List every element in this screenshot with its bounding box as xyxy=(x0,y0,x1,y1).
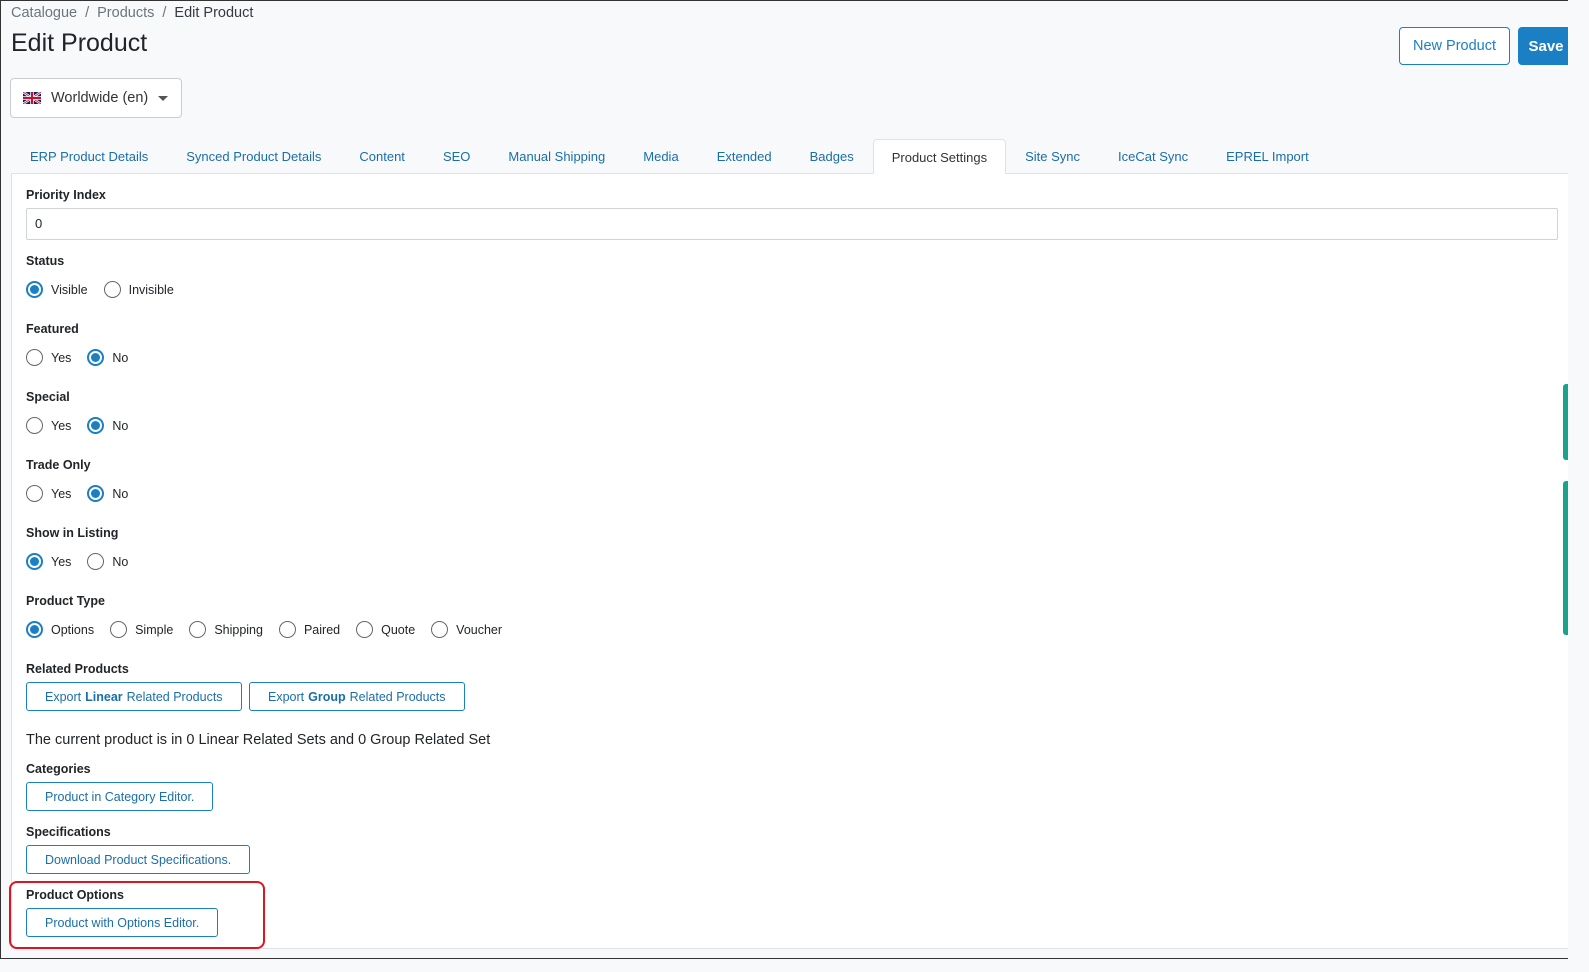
download-specifications-button[interactable]: Download Product Specifications. xyxy=(26,845,251,874)
trade-only-no-radio[interactable]: No xyxy=(87,485,128,502)
export-linear-related-button[interactable]: Export Linear Related Products xyxy=(26,682,242,711)
product-type-paired-radio[interactable]: Paired xyxy=(278,621,340,638)
tab-icecat-sync[interactable]: IceCat Sync xyxy=(1099,139,1207,173)
trade-only-radio-group: Yes No xyxy=(26,485,144,502)
categories-label: Categories xyxy=(26,762,91,776)
tab-erp-product-details[interactable]: ERP Product Details xyxy=(11,139,167,173)
featured-label: Featured xyxy=(26,322,79,336)
status-visible-radio[interactable]: Visible xyxy=(26,281,88,298)
tab-badges[interactable]: Badges xyxy=(791,139,873,173)
scroll-accent xyxy=(1563,481,1568,635)
breadcrumb-products[interactable]: Products xyxy=(97,5,154,21)
locale-label: Worldwide (en) xyxy=(51,90,149,106)
tab-media[interactable]: Media xyxy=(624,139,697,173)
product-type-voucher-radio[interactable]: Voucher xyxy=(431,621,502,638)
uk-flag-icon xyxy=(23,92,41,104)
show-in-listing-radio-group: Yes No xyxy=(26,553,144,570)
priority-index-input[interactable]: 0 xyxy=(26,208,1558,240)
status-label: Status xyxy=(26,254,65,268)
product-type-simple-radio[interactable]: Simple xyxy=(110,621,173,638)
related-products-label: Related Products xyxy=(26,662,129,676)
product-type-label: Product Type xyxy=(26,594,105,608)
breadcrumb-separator: / xyxy=(162,5,167,21)
status-invisible-radio[interactable]: Invisible xyxy=(103,281,174,298)
tab-manual-shipping[interactable]: Manual Shipping xyxy=(489,139,624,173)
special-no-radio[interactable]: No xyxy=(87,417,128,434)
breadcrumb-current: Edit Product xyxy=(174,5,254,21)
product-type-quote-radio[interactable]: Quote xyxy=(356,621,415,638)
special-yes-radio[interactable]: Yes xyxy=(26,417,71,434)
save-button[interactable]: Save xyxy=(1518,27,1568,65)
breadcrumb-catalogue[interactable]: Catalogue xyxy=(11,5,77,21)
priority-index-label: Priority Index xyxy=(26,188,106,202)
product-type-options-radio[interactable]: Options xyxy=(26,621,94,638)
trade-only-yes-radio[interactable]: Yes xyxy=(26,485,71,502)
tab-product-settings[interactable]: Product Settings xyxy=(872,139,1007,174)
featured-yes-radio[interactable]: Yes xyxy=(26,349,71,366)
scroll-accent xyxy=(1563,384,1568,460)
product-settings-panel: Priority Index 0 Status Visible Invisibl… xyxy=(11,174,1568,949)
breadcrumb-separator: / xyxy=(85,5,90,21)
tab-seo[interactable]: SEO xyxy=(424,139,489,173)
show-in-listing-yes-radio[interactable]: Yes xyxy=(26,553,71,570)
export-group-related-button[interactable]: Export Group Related Products xyxy=(249,682,465,711)
special-label: Special xyxy=(26,390,70,404)
page-title: Edit Product xyxy=(11,29,148,57)
category-editor-button[interactable]: Product in Category Editor. xyxy=(26,782,214,811)
breadcrumb: Catalogue / Products / Edit Product xyxy=(11,5,253,21)
tab-site-sync[interactable]: Site Sync xyxy=(1006,139,1099,173)
featured-no-radio[interactable]: No xyxy=(87,349,128,366)
app-window: Catalogue / Products / Edit Product Edit… xyxy=(0,0,1568,959)
tab-bar: ERP Product Details Synced Product Detai… xyxy=(11,139,1568,174)
tab-content[interactable]: Content xyxy=(340,139,424,173)
trade-only-label: Trade Only xyxy=(26,458,91,472)
tab-eprel-import[interactable]: EPREL Import xyxy=(1207,139,1328,173)
tab-extended[interactable]: Extended xyxy=(698,139,791,173)
related-sets-summary: The current product is in 0 Linear Relat… xyxy=(26,732,491,748)
special-radio-group: Yes No xyxy=(26,417,144,434)
show-in-listing-no-radio[interactable]: No xyxy=(87,553,128,570)
specifications-label: Specifications xyxy=(26,825,111,839)
product-type-radio-group: Options Simple Shipping Paired Quote Vou… xyxy=(26,621,518,638)
status-radio-group: Visible Invisible xyxy=(26,281,190,298)
tab-synced-product-details[interactable]: Synced Product Details xyxy=(167,139,340,173)
featured-radio-group: Yes No xyxy=(26,349,144,366)
caret-down-icon xyxy=(158,95,169,101)
new-product-button[interactable]: New Product xyxy=(1399,27,1510,65)
annotation-highlight-box xyxy=(9,881,265,949)
show-in-listing-label: Show in Listing xyxy=(26,526,119,540)
locale-selector[interactable]: Worldwide (en) xyxy=(10,78,182,118)
product-type-shipping-radio[interactable]: Shipping xyxy=(189,621,263,638)
